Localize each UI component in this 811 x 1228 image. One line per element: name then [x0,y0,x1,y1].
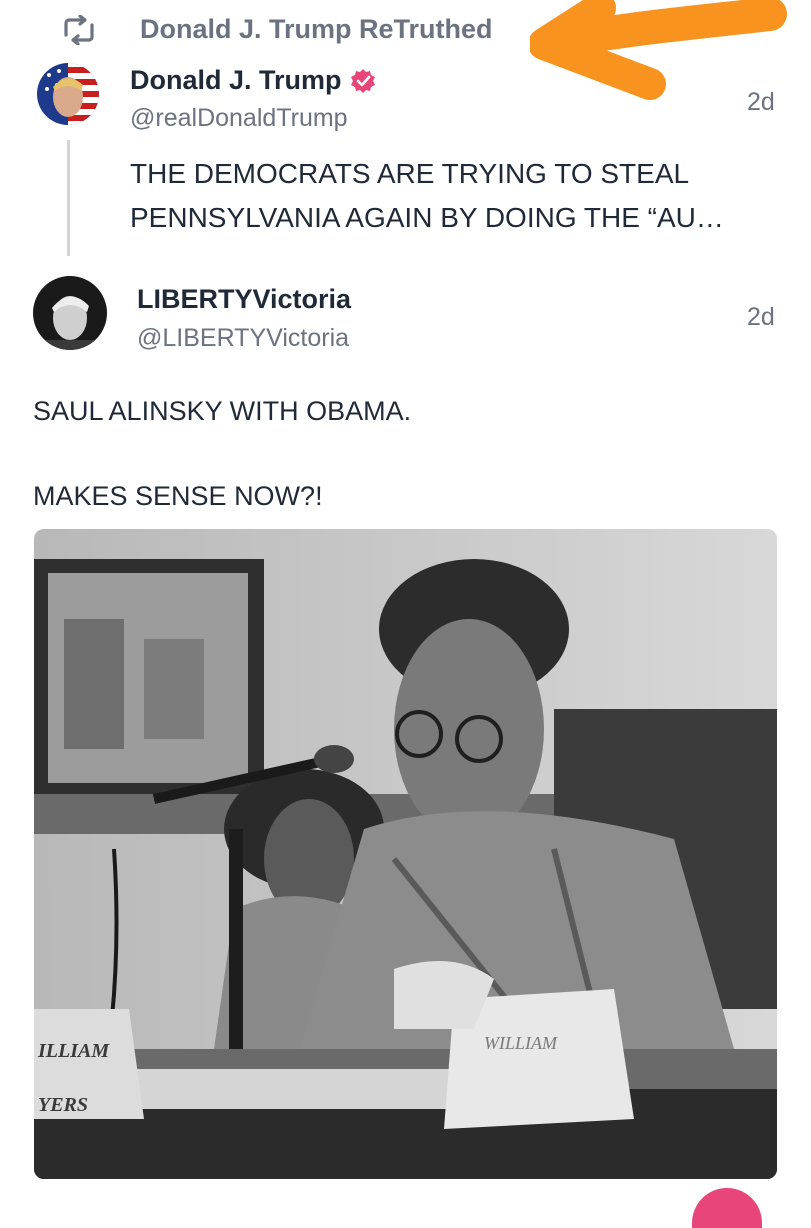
author-handle[interactable]: @realDonaldTrump [130,104,348,133]
annotation-arrow-icon [530,0,787,100]
author-name[interactable]: LIBERTYVictoria [137,284,351,315]
post-timestamp: 2d [747,303,775,331]
verified-badge-icon [350,68,375,93]
avatar[interactable] [37,63,99,125]
retruth-label[interactable]: Donald J. Trump ReTruthed [140,14,493,45]
retruth-indicator [62,12,96,48]
post-text[interactable]: THE DEMOCRATS ARE TRYING TO STEAL PENNSY… [130,152,790,240]
compose-button[interactable] [692,1188,762,1228]
placard-text: WILLIAM [484,1033,558,1053]
post-image[interactable]: ILLIAM YERS WILLIAM [34,529,777,1179]
placard-text: ILLIAM [37,1040,110,1062]
avatar[interactable] [33,276,107,350]
thread-line [67,140,70,256]
post-text-line[interactable]: SAUL ALINSKY WITH OBAMA. [33,396,411,427]
author-handle[interactable]: @LIBERTYVictoria [137,324,349,353]
retruth-icon [64,15,94,45]
post-text-line[interactable]: MAKES SENSE NOW?! [33,481,323,512]
post-timestamp: 2d [747,88,775,116]
placard-text: YERS [38,1094,88,1116]
author-name-text[interactable]: Donald J. Trump [130,65,342,96]
author-name[interactable]: Donald J. Trump [130,65,376,96]
